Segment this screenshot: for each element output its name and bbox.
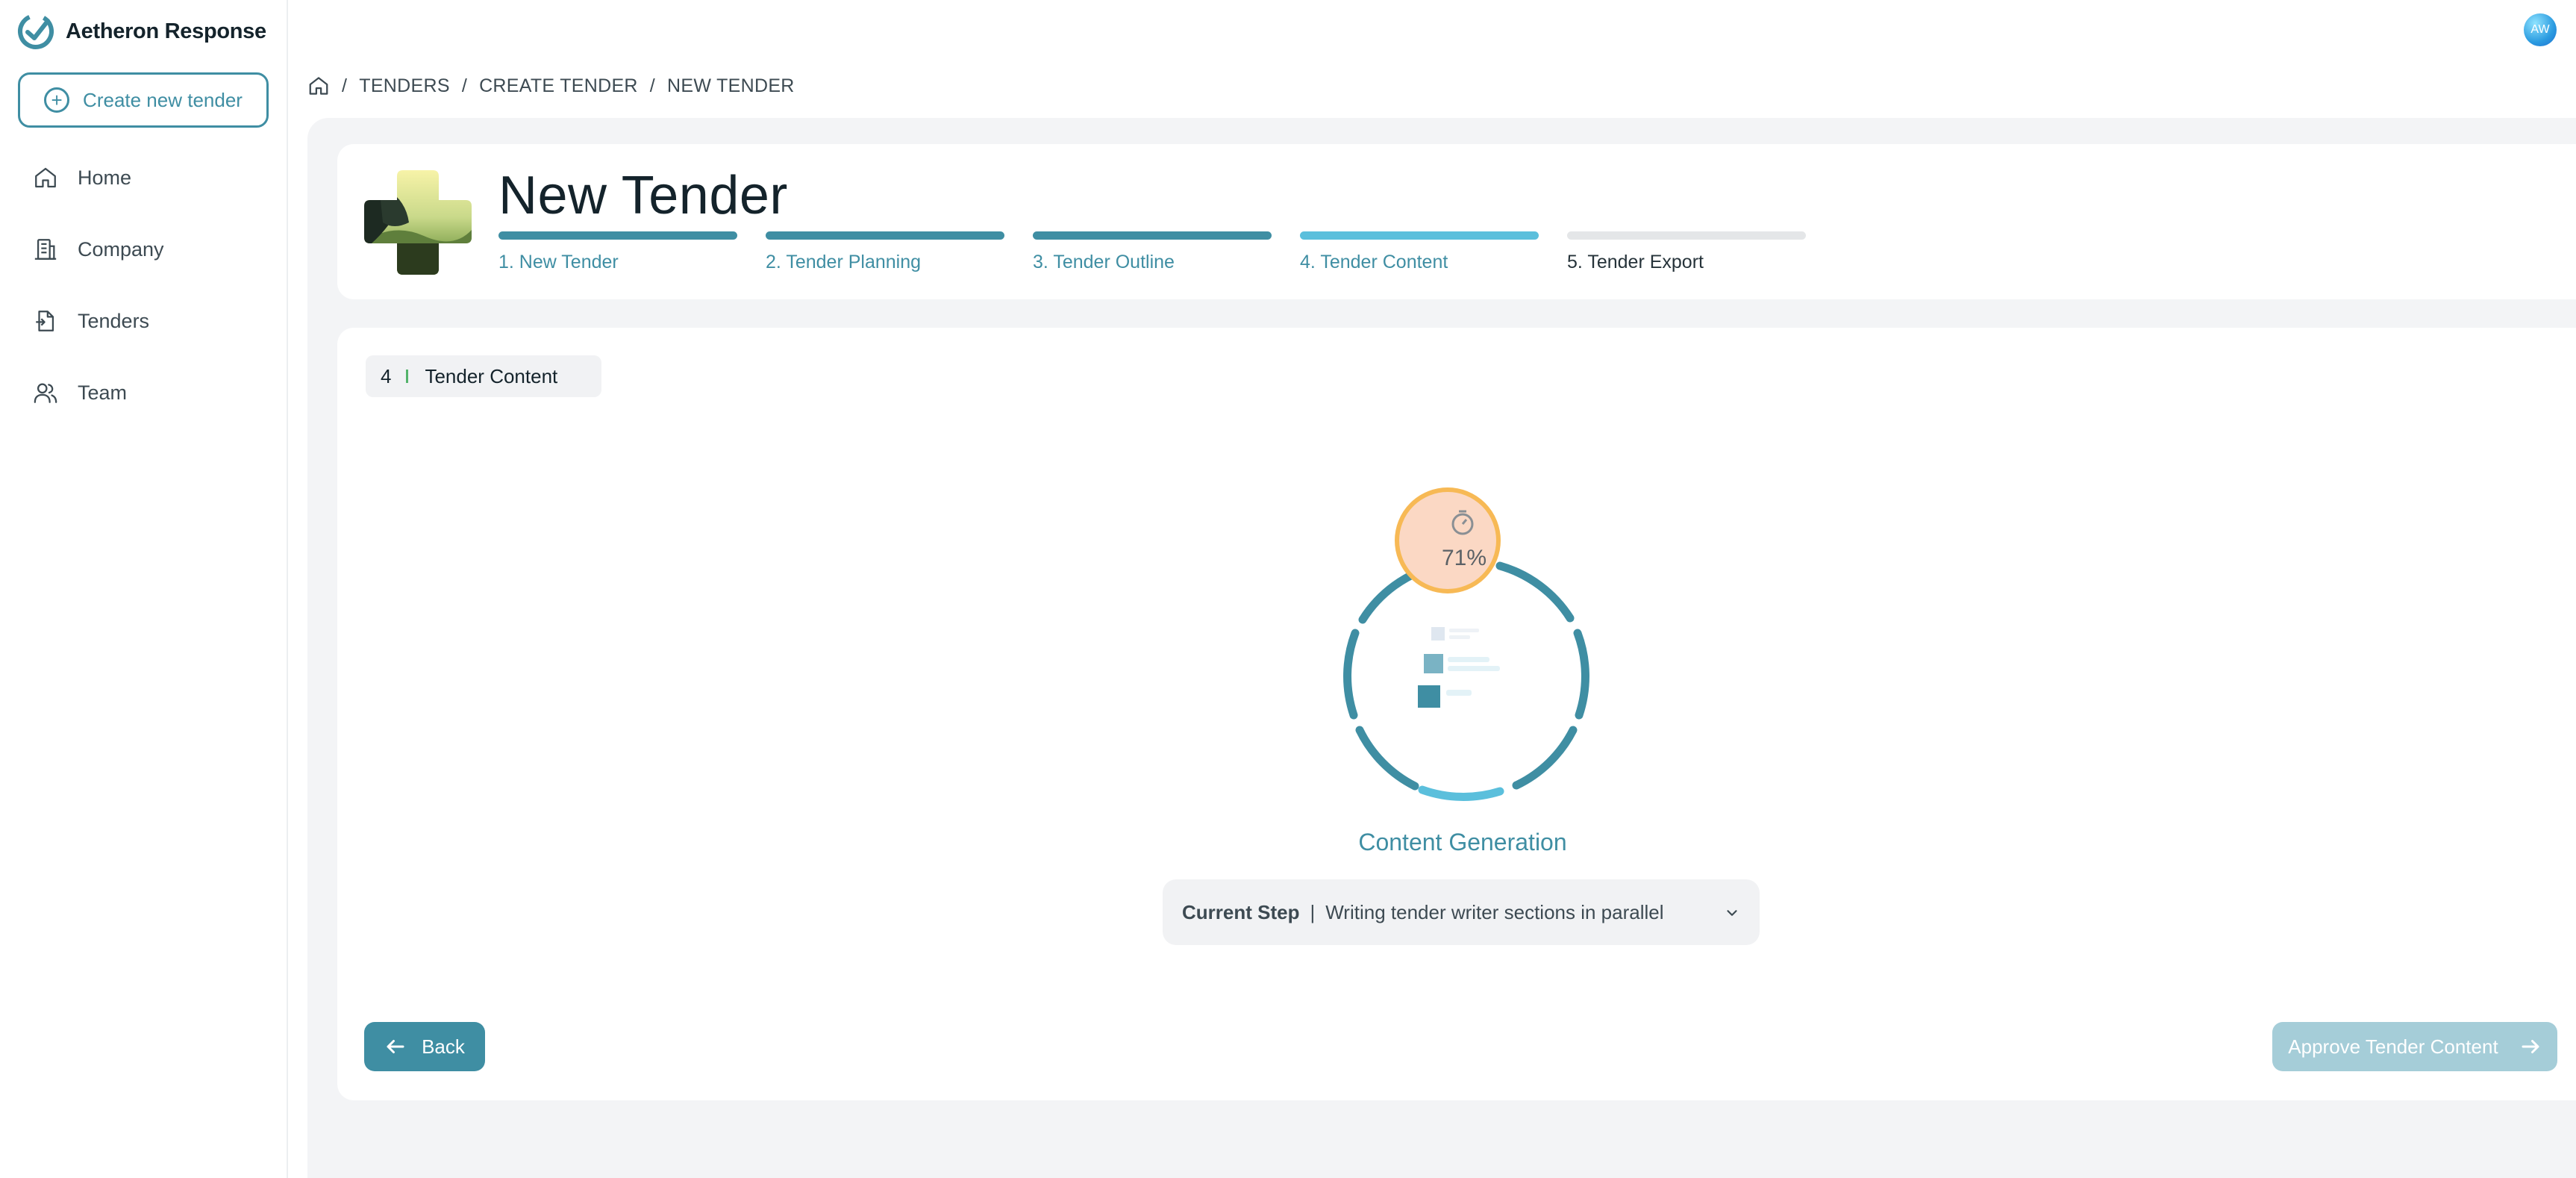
users-icon [34,383,57,403]
step-label: 3. Tender Outline [1033,252,1175,272]
approve-button-label: Approve Tender Content [2288,1035,2498,1058]
breadcrumb-separator: / [649,75,656,96]
building-icon [34,239,57,260]
sidebar-item-label: Tenders [78,309,150,332]
sidebar-item-label: Home [78,166,132,189]
sidebar: Aetheron Response + Create new tender Ho… [0,0,288,1178]
arrow-left-icon [387,1040,404,1053]
chevron-down-icon [1727,910,1737,916]
progress-indicator: 71% [1321,478,1604,821]
stepper: 1. New Tender 2. Tender Planning 3. Tend… [498,231,1834,273]
step-label: 4. Tender Content [1300,252,1448,272]
content-generation-title: Content Generation [1358,829,1567,856]
current-step-separator: | [1310,900,1316,923]
step-label: 2. Tender Planning [766,252,922,272]
section-divider [406,370,409,383]
tender-cross-logo [364,170,472,275]
current-step-value: Writing tender writer sections in parall… [1325,900,1664,923]
section-title: Tender Content [425,364,558,387]
back-button[interactable]: Back [364,1022,485,1071]
brand[interactable]: Aetheron Response [16,12,266,51]
step-new-tender[interactable]: 1. New Tender [498,231,737,273]
breadcrumb-item-create-tender[interactable]: CREATE TENDER [479,75,638,97]
plus-circle-icon: + [44,87,70,113]
approve-tender-content-button[interactable]: Approve Tender Content [2272,1022,2557,1071]
step-progress-bar [498,231,737,240]
section-chip: 4 Tender Content [366,355,601,397]
breadcrumb-item-new-tender: NEW TENDER [667,75,795,96]
step-tender-outline[interactable]: 3. Tender Outline [1033,231,1272,273]
sidebar-item-label: Team [78,381,128,404]
app: Aetheron Response + Create new tender Ho… [0,0,2576,1178]
arrow-right-icon [2522,1040,2539,1053]
step-tender-export[interactable]: 5. Tender Export [1567,231,1806,273]
sidebar-item-company[interactable]: Company [0,214,288,285]
breadcrumb-item-tenders[interactable]: TENDERS [359,75,450,97]
home-icon [35,167,56,188]
user-avatar[interactable]: AW [2524,13,2557,46]
sidebar-item-home[interactable]: Home [0,142,288,214]
progress-ring: 71% [1343,487,1589,801]
create-new-tender-button[interactable]: + Create new tender [18,72,269,128]
step-progress-bar [1033,231,1272,240]
current-step-dropdown[interactable]: Current Step | Writing tender writer sec… [1163,879,1760,945]
step-tender-content[interactable]: 4. Tender Content [1300,231,1539,273]
document-stack-icon [1418,627,1500,708]
step-label: 1. New Tender [498,252,619,272]
step-progress-bar [766,231,1004,240]
logo-check-icon [18,13,54,49]
sidebar-nav: Home Company Tenders Team [0,142,288,428]
step-progress-bar [1567,231,1806,240]
page-title: New Tender [498,166,788,225]
current-step-label: Current Step [1182,900,1300,923]
back-button-label: Back [422,1035,465,1058]
sidebar-item-team[interactable]: Team [0,357,288,428]
brand-name: Aetheron Response [66,19,266,43]
breadcrumb-separator: / [461,75,468,96]
sidebar-item-tenders[interactable]: Tenders [0,285,288,357]
home-icon[interactable] [307,75,330,97]
step-tender-planning[interactable]: 2. Tender Planning [766,231,1004,273]
breadcrumb-separator: / [342,75,348,96]
document-icon [36,311,54,331]
sidebar-item-label: Company [78,237,164,261]
step-progress-bar [1300,231,1539,240]
step-label: 5. Tender Export [1567,252,1704,272]
progress-percent: 71% [1442,546,1486,570]
create-new-tender-label: Create new tender [83,88,243,111]
section-number: 4 [381,364,392,387]
breadcrumb: / TENDERS / CREATE TENDER / NEW TENDER [307,72,795,100]
